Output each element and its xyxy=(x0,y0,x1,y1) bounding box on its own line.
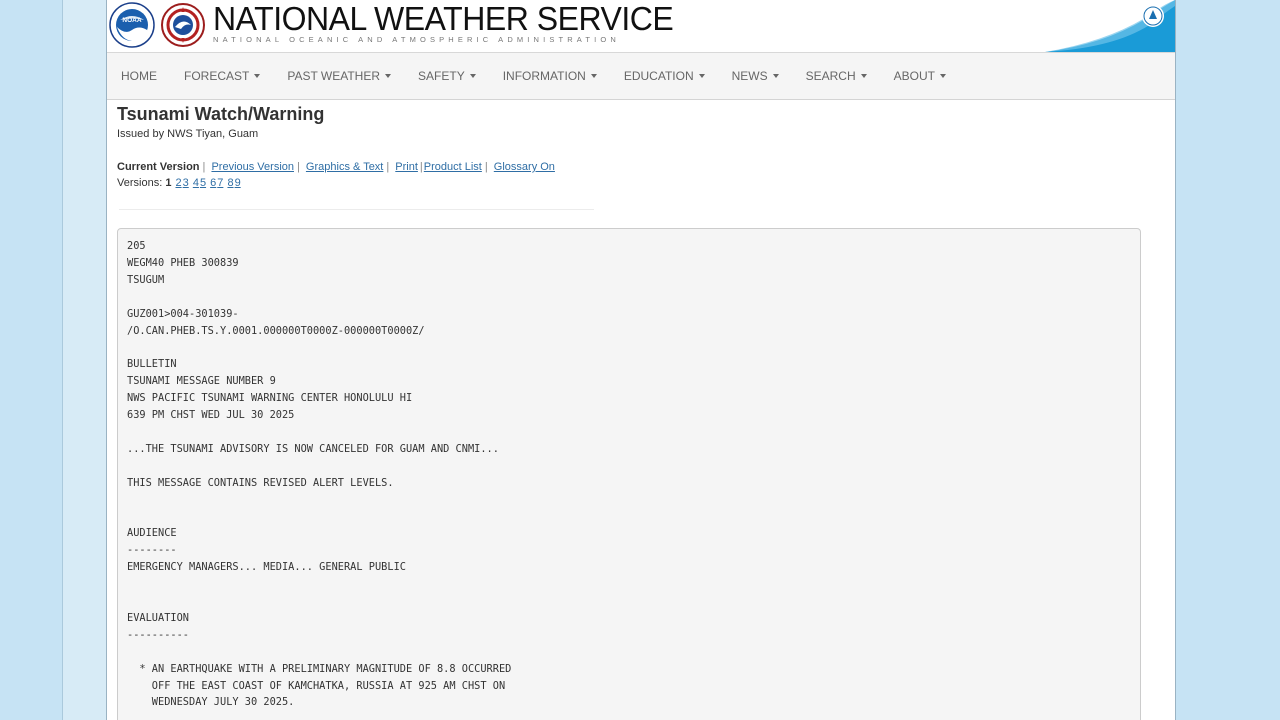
nws-logo-icon[interactable] xyxy=(161,3,205,47)
version-link[interactable]: 4 xyxy=(193,177,199,189)
left-margin-strip xyxy=(62,0,109,720)
version-link[interactable]: 6 xyxy=(210,177,216,189)
caret-down-icon xyxy=(385,74,392,78)
glossary-link[interactable]: Glossary On xyxy=(494,161,555,173)
page-container: NOAA NATIONAL WEATHER SERVICE NATIONAL O… xyxy=(106,0,1176,720)
nav-search[interactable]: SEARCH xyxy=(806,69,867,83)
nav-about-label: ABOUT xyxy=(893,69,935,83)
caret-down-icon xyxy=(860,74,867,78)
header-swoosh xyxy=(1045,0,1175,52)
version-link[interactable]: 3 xyxy=(183,177,189,189)
nav-forecast[interactable]: FORECAST xyxy=(184,69,261,83)
product-text-box[interactable]: 205 WEGM40 PHEB 300839 TSUGUM GUZ001>004… xyxy=(117,228,1141,720)
nav-forecast-label: FORECAST xyxy=(184,69,250,83)
main-content: Tsunami Watch/Warning Issued by NWS Tiya… xyxy=(107,100,1175,720)
versions-list: Versions: 1 23 45 67 89 xyxy=(117,175,1165,191)
site-subtitle: NATIONAL OCEANIC AND ATMOSPHERIC ADMINIS… xyxy=(213,35,620,44)
caret-down-icon xyxy=(772,74,779,78)
product-text: 205 WEGM40 PHEB 300839 TSUGUM GUZ001>004… xyxy=(127,240,512,709)
nav-information[interactable]: INFORMATION xyxy=(503,69,597,83)
version-link[interactable]: 8 xyxy=(227,177,233,189)
version-toolbar: Current Version | Previous Version | Graph… xyxy=(117,161,555,173)
site-header: NOAA NATIONAL WEATHER SERVICE NATIONAL O… xyxy=(107,0,1175,53)
version-link[interactable]: 5 xyxy=(200,177,206,189)
print-link[interactable]: Print xyxy=(395,161,418,173)
divider xyxy=(119,209,594,210)
version-link[interactable]: 7 xyxy=(217,177,223,189)
graphics-text-link[interactable]: Graphics & Text xyxy=(306,161,383,173)
site-title[interactable]: NATIONAL WEATHER SERVICE xyxy=(213,1,674,37)
nav-past-weather-label: PAST WEATHER xyxy=(287,69,381,83)
nav-home[interactable]: HOME xyxy=(121,69,157,83)
caret-down-icon xyxy=(939,74,946,78)
nav-education[interactable]: EDUCATION xyxy=(624,69,705,83)
caret-down-icon xyxy=(469,74,476,78)
nav-about[interactable]: ABOUT xyxy=(894,69,946,83)
page-title: Tsunami Watch/Warning xyxy=(117,104,325,124)
nav-information-label: INFORMATION xyxy=(502,69,586,83)
version-link[interactable]: 2 xyxy=(176,177,182,189)
nav-safety[interactable]: SAFETY xyxy=(418,69,476,83)
previous-version-link[interactable]: Previous Version xyxy=(211,161,294,173)
nav-home-label: HOME xyxy=(121,69,157,83)
caret-down-icon xyxy=(590,74,597,78)
version-link[interactable]: 9 xyxy=(235,177,241,189)
issued-by-text: Issued by NWS Tiyan, Guam xyxy=(117,128,259,140)
main-navbar: HOME FORECAST PAST WEATHER SAFETY INFORM… xyxy=(107,53,1175,100)
caret-down-icon xyxy=(254,74,261,78)
nav-safety-label: SAFETY xyxy=(418,69,465,83)
nav-news-label: NEWS xyxy=(731,69,768,83)
nav-education-label: EDUCATION xyxy=(623,69,694,83)
nav-past-weather[interactable]: PAST WEATHER xyxy=(287,69,392,83)
caret-down-icon xyxy=(698,74,705,78)
noaa-logo-text: NOAA xyxy=(122,17,141,24)
current-version-label: Current Version xyxy=(117,161,200,173)
nav-search-label: SEARCH xyxy=(805,69,856,83)
noaa-logo-icon[interactable]: NOAA xyxy=(109,2,155,48)
product-list-link[interactable]: Product List xyxy=(424,161,482,173)
current-version-number: 1 xyxy=(165,177,172,189)
versions-label: Versions: xyxy=(117,177,163,189)
nav-news[interactable]: NEWS xyxy=(732,69,779,83)
